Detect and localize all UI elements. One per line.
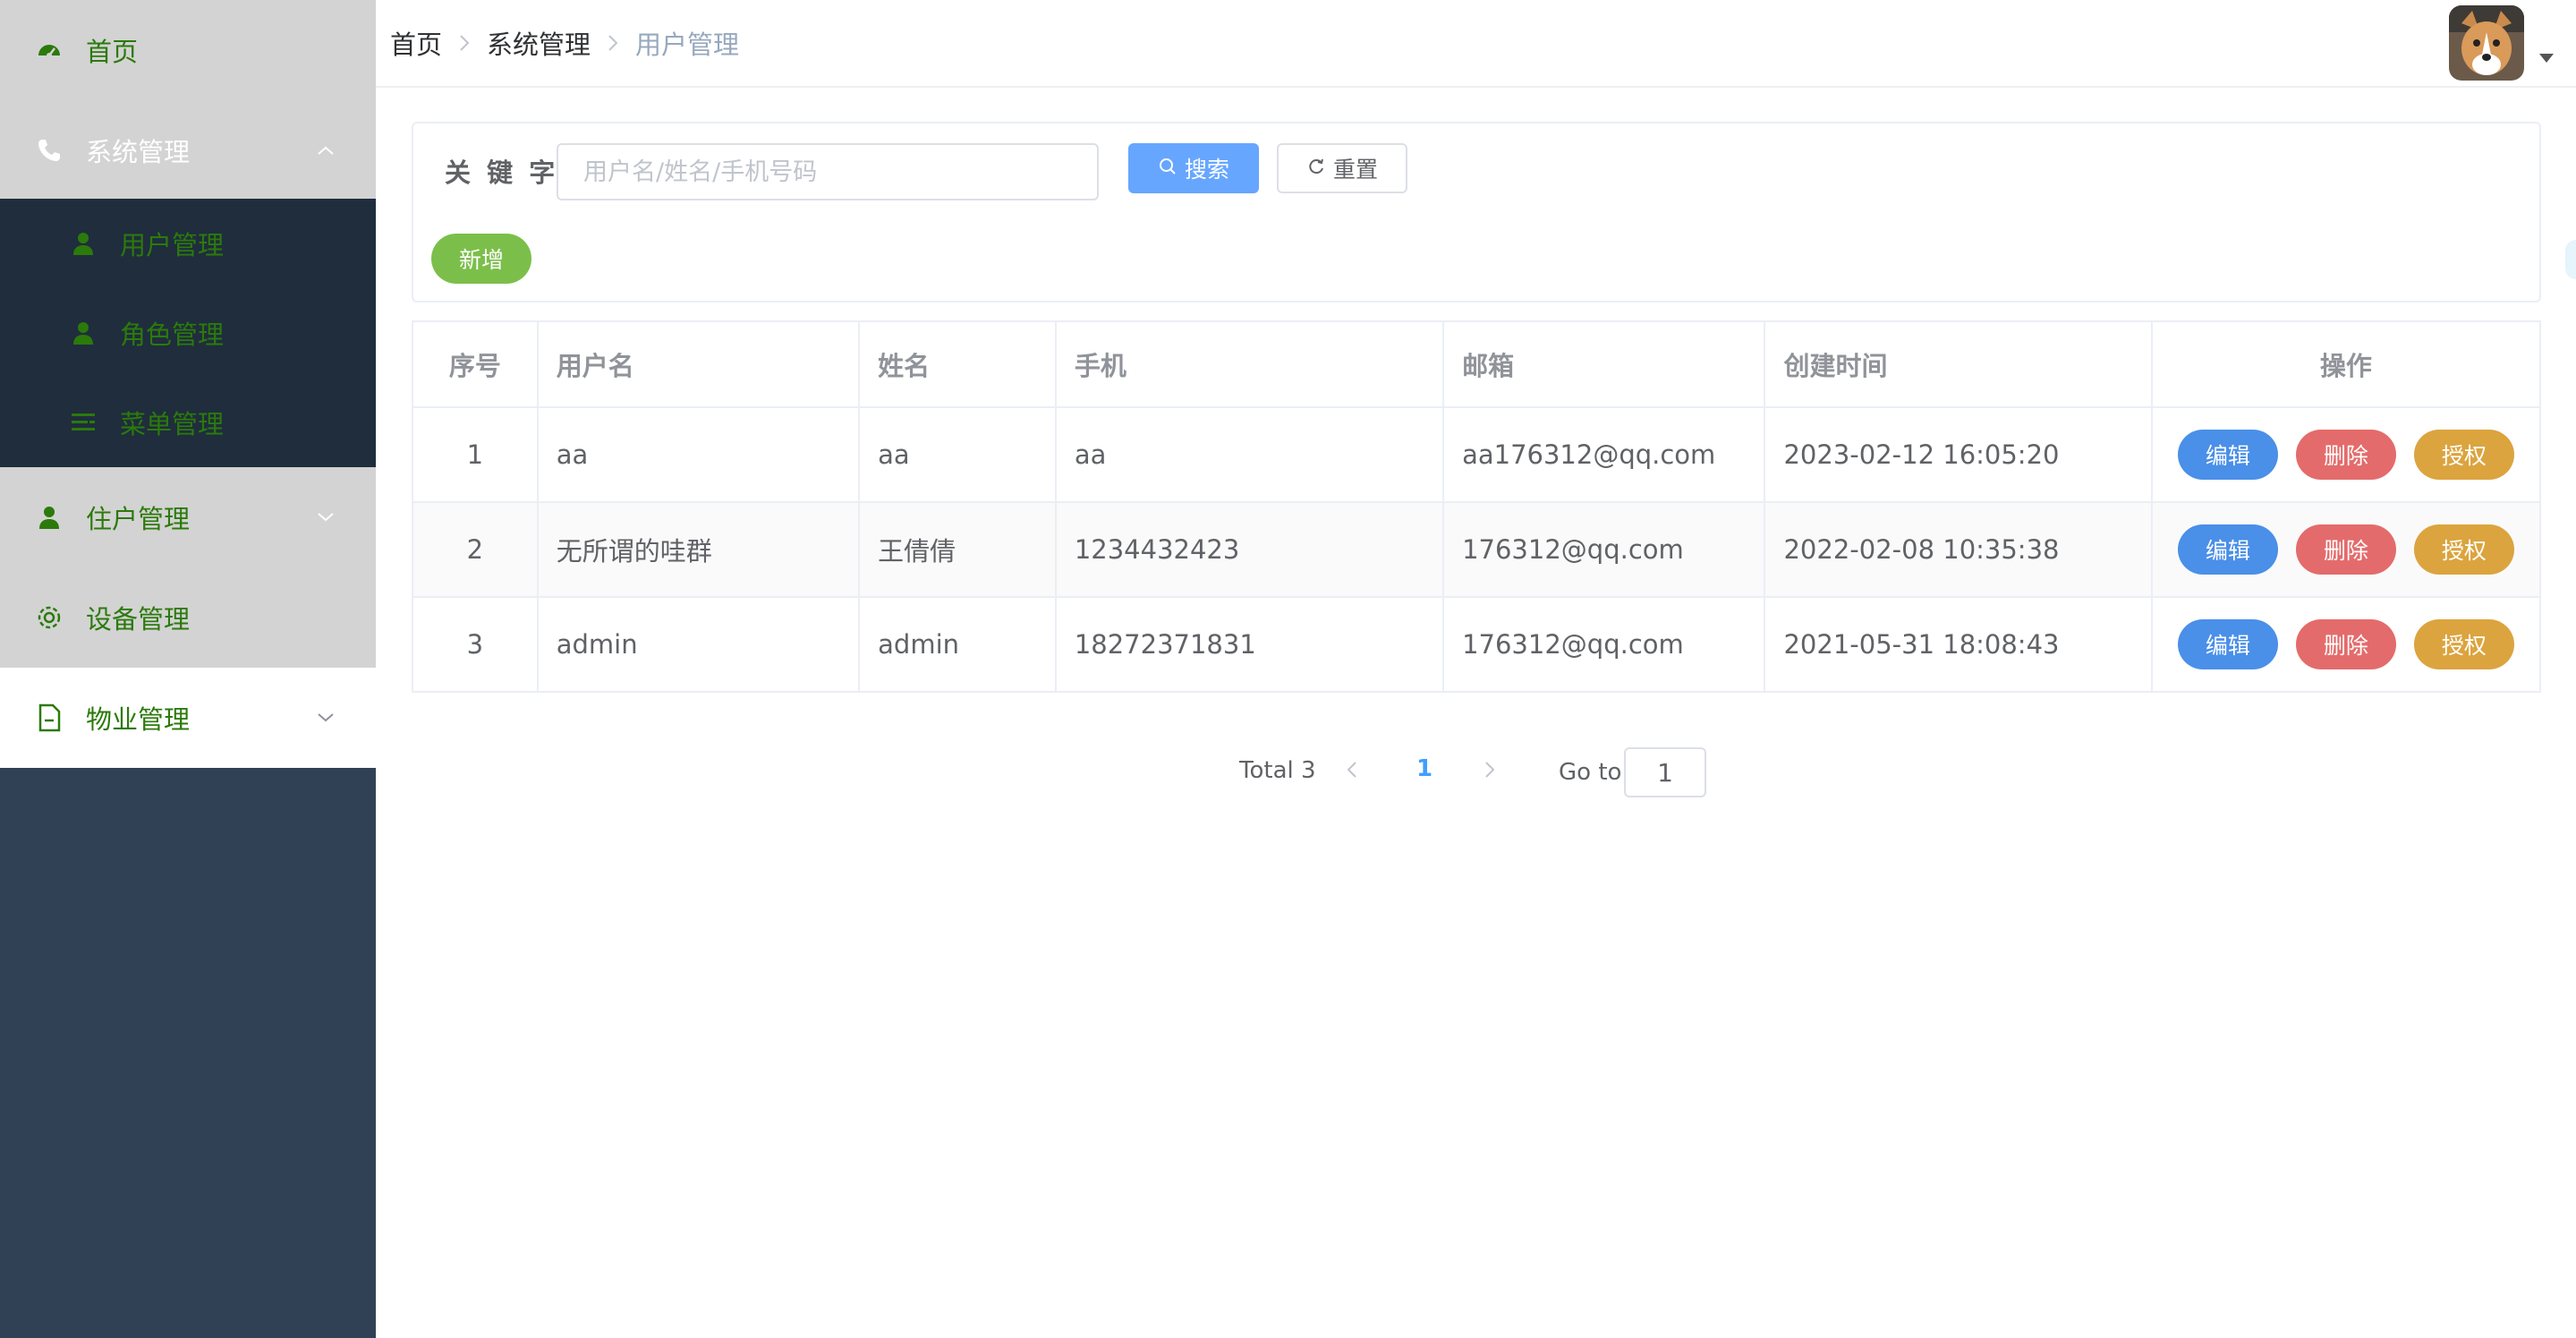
caret-down-icon[interactable] xyxy=(2539,54,2554,63)
sidebar-item-label: 角色管理 xyxy=(120,320,225,350)
chevron-down-icon xyxy=(313,705,338,730)
dashboard-icon xyxy=(34,35,64,65)
breadcrumb: 首页 系统管理 用户管理 xyxy=(390,0,739,86)
table-row: 1 aa aa aa aa176312@qq.com 2023-02-12 16… xyxy=(413,408,2539,503)
sidebar-item-label: 物业管理 xyxy=(86,704,191,735)
column-header: 邮箱 xyxy=(1444,322,1766,406)
column-header: 序号 xyxy=(413,322,539,406)
chevron-right-icon[interactable] xyxy=(1476,754,1503,786)
sidebar-item-device[interactable]: 设备管理 xyxy=(0,567,376,668)
sidebar-item-label: 首页 xyxy=(86,37,139,67)
cell-name: admin xyxy=(860,598,1057,691)
sidebar-item-label: 系统管理 xyxy=(86,137,191,167)
avatar[interactable] xyxy=(2449,5,2524,81)
keyword-label: 关 键 字 xyxy=(445,158,559,188)
authorize-button[interactable]: 授权 xyxy=(2413,430,2514,480)
search-button[interactable]: 搜索 xyxy=(1128,143,1259,193)
column-header: 用户名 xyxy=(539,322,861,406)
cell-created: 2022-02-08 10:35:38 xyxy=(1765,503,2153,596)
top-header: 首页 系统管理 用户管理 xyxy=(376,0,2576,88)
chevron-right-icon xyxy=(458,33,471,53)
document-icon xyxy=(34,703,64,733)
pagination-page-current[interactable]: 1 xyxy=(1407,755,1442,782)
cell-username: aa xyxy=(539,408,861,501)
user-icon xyxy=(68,228,98,259)
cell-name: 王倩倩 xyxy=(860,503,1057,596)
menu-list-icon xyxy=(68,407,98,438)
chevron-right-icon xyxy=(607,33,619,53)
add-button[interactable]: 新增 xyxy=(431,234,531,284)
user-table: 序号 用户名 姓名 手机 邮箱 创建时间 操作 1 aa aa aa aa176… xyxy=(412,320,2541,693)
submenu-system: 用户管理 角色管理 菜单管理 xyxy=(0,199,376,467)
sidebar-item-label: 设备管理 xyxy=(86,604,191,635)
cell-email: aa176312@qq.com xyxy=(1444,408,1766,501)
sidebar-item-menu-management[interactable]: 菜单管理 xyxy=(0,378,376,467)
delete-button[interactable]: 删除 xyxy=(2295,430,2396,480)
authorize-button[interactable]: 授权 xyxy=(2413,524,2514,575)
cell-phone: 1234432423 xyxy=(1057,503,1445,596)
sidebar-item-role-management[interactable]: 角色管理 xyxy=(0,288,376,378)
cell-email: 176312@qq.com xyxy=(1444,598,1766,691)
authorize-button[interactable]: 授权 xyxy=(2413,619,2514,669)
chevron-up-icon xyxy=(313,138,338,163)
search-button-label: 搜索 xyxy=(1184,157,1229,183)
column-header: 操作 xyxy=(2319,351,2372,381)
cell-email: 176312@qq.com xyxy=(1444,503,1766,596)
cell-username: admin xyxy=(539,598,861,691)
app-root: 首页 系统管理 用户管理 角色管理 菜单管理 住户管理 设备管理 物业管理 首页… xyxy=(0,0,2576,1338)
sidebar-item-property[interactable]: 物业管理 xyxy=(0,668,376,768)
cell-actions: 编辑 删除 授权 xyxy=(2153,503,2539,596)
table-body: 1 aa aa aa aa176312@qq.com 2023-02-12 16… xyxy=(413,408,2539,693)
cell-phone: 18272371831 xyxy=(1057,598,1445,691)
pagination-goto-label: Go to xyxy=(1559,759,1622,786)
column-header: 姓名 xyxy=(860,322,1057,406)
sidebar-item-label: 用户管理 xyxy=(120,230,225,260)
reset-button[interactable]: 重置 xyxy=(1277,143,1407,193)
breadcrumb-item-current: 用户管理 xyxy=(635,30,740,60)
search-icon xyxy=(1158,156,1177,182)
sidebar-item-resident[interactable]: 住户管理 xyxy=(0,467,376,567)
chevron-left-icon[interactable] xyxy=(1339,754,1365,786)
user-icon xyxy=(34,502,64,533)
keyword-input[interactable] xyxy=(557,143,1099,200)
breadcrumb-item-system[interactable]: 系统管理 xyxy=(487,24,591,62)
breadcrumb-item-home[interactable]: 首页 xyxy=(390,24,442,62)
pagination-total: Total 3 xyxy=(1239,757,1316,784)
cell-actions: 编辑 删除 授权 xyxy=(2153,408,2539,501)
sidebar-item-label: 住户管理 xyxy=(86,504,191,534)
sidebar: 首页 系统管理 用户管理 角色管理 菜单管理 住户管理 设备管理 物业管理 xyxy=(0,0,376,1338)
delete-button[interactable]: 删除 xyxy=(2295,524,2396,575)
sidebar-item-system[interactable]: 系统管理 xyxy=(0,100,376,200)
chevron-down-icon xyxy=(313,505,338,530)
edit-button[interactable]: 编辑 xyxy=(2177,619,2278,669)
cell-username: 无所谓的哇群 xyxy=(539,503,861,596)
cell-created: 2023-02-12 16:05:20 xyxy=(1765,408,2153,501)
table-row: 3 admin admin 18272371831 176312@qq.com … xyxy=(413,598,2539,693)
pagination-goto-input[interactable] xyxy=(1624,747,1706,797)
sidebar-item-label: 菜单管理 xyxy=(120,409,225,439)
column-header: 手机 xyxy=(1057,322,1445,406)
cell-index: 3 xyxy=(413,598,539,691)
sidebar-item-home[interactable]: 首页 xyxy=(0,0,376,100)
reset-button-label: 重置 xyxy=(1332,157,1378,183)
cell-index: 1 xyxy=(413,408,539,501)
edit-button[interactable]: 编辑 xyxy=(2177,524,2278,575)
floating-handle[interactable] xyxy=(2565,240,2576,279)
cell-index: 2 xyxy=(413,503,539,596)
edit-button[interactable]: 编辑 xyxy=(2177,430,2278,480)
cell-phone: aa xyxy=(1057,408,1445,501)
sidebar-item-user-management[interactable]: 用户管理 xyxy=(0,199,376,288)
table-header-row: 序号 用户名 姓名 手机 邮箱 创建时间 操作 xyxy=(413,322,2539,408)
user-icon xyxy=(68,318,98,348)
refresh-icon xyxy=(1306,156,1326,182)
cell-name: aa xyxy=(860,408,1057,501)
delete-button[interactable]: 删除 xyxy=(2295,619,2396,669)
cell-actions: 编辑 删除 授权 xyxy=(2153,598,2539,691)
table-row: 2 无所谓的哇群 王倩倩 1234432423 176312@qq.com 20… xyxy=(413,503,2539,598)
phone-icon xyxy=(34,135,64,166)
gear-icon xyxy=(34,602,64,633)
cell-created: 2021-05-31 18:08:43 xyxy=(1765,598,2153,691)
column-header: 创建时间 xyxy=(1765,322,2153,406)
